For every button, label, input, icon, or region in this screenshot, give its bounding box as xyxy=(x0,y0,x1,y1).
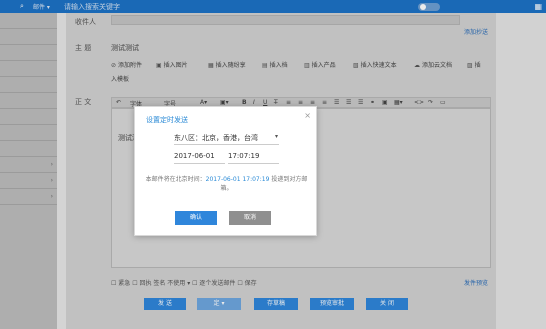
info-prefix: 本邮件将在北京时间： xyxy=(145,176,206,183)
confirm-button[interactable]: 确认 xyxy=(175,211,217,225)
info-datetime: 2017-06-01 17:07:19 xyxy=(205,176,270,183)
time-input[interactable]: 17:07:19 xyxy=(228,152,279,164)
close-icon[interactable]: × xyxy=(304,111,311,120)
schedule-info: 本邮件将在北京时间：2017-06-01 17:07:19 投递到对方邮箱。 xyxy=(145,175,308,193)
dialog-title: 设置定时发送 xyxy=(146,116,188,124)
cancel-button[interactable]: 取消 xyxy=(229,211,271,225)
timezone-select[interactable]: 东八区：北京，香港，台湾 ▾ xyxy=(174,133,279,145)
timezone-value: 东八区：北京，香港，台湾 xyxy=(174,134,258,142)
chevron-down-icon: ▾ xyxy=(274,133,278,140)
time-value: 17:07:19 xyxy=(228,152,260,160)
date-input[interactable]: 2017-06-01 xyxy=(174,152,225,164)
schedule-send-dialog: 设置定时发送 × 东八区：北京，香港，台湾 ▾ 2017-06-01 17:07… xyxy=(134,106,317,236)
date-value: 2017-06-01 xyxy=(174,152,215,160)
